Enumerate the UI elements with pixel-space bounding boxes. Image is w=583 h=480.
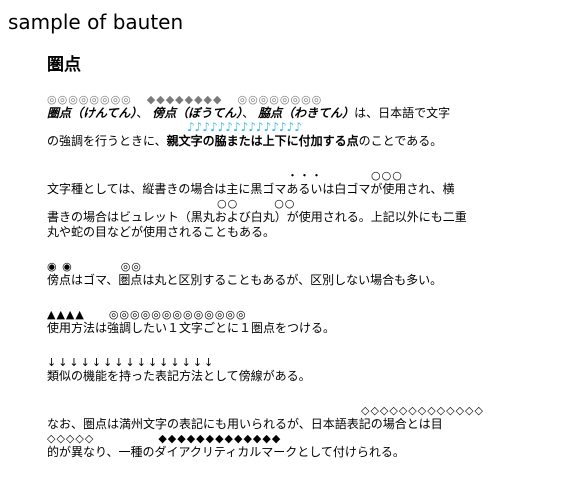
diamond-outline-marks: ◇◇◇◇◇◇◇◇◇◇◇◇◇ [361,404,484,417]
term-kenten: 圏点（けんてん） [47,106,137,120]
text-span: のことである。 [358,134,443,148]
separator: 、 [136,106,149,120]
emphasis-marks-row: ◇◇◇◇◇ ◆◆◆◆◆◆◆◆◆◆◆◆◆ [47,432,569,445]
paragraph-similar: ↓↓↓↓↓↓↓↓↓↓↓↓↓↓↓ 類似の機能を持った表記方法として傍線がある。 [47,356,569,384]
article-heading: 圏点 [47,55,81,75]
term-bouten: 傍点（ぼうてん） [152,106,243,120]
music-note-marks: ♪♪♪♪♪♪♪♪♪♪♪♪♪♪♪ [187,120,302,134]
text-line: なお、圏点は満州文字の表記にも用いられるが、日本語表記の場合とは目 [47,417,443,431]
diamond-marks: ◆◆◆◆◆◆◆◆ [146,93,223,106]
arrow-marks: ↓↓↓↓↓↓↓↓↓↓↓↓↓↓↓ [47,356,216,369]
text-span: の強調を行うときに、 [47,134,167,148]
emphasis-marks-row: ▲▲▲▲ ◎◎◎◎◎◎◎◎◎◎◎◎◎ [47,308,569,321]
bullet-marks: ○○ ○○ [217,197,296,210]
separator: 、 [242,106,255,120]
emphasis-marks-row: ○○ ○○ [47,197,569,210]
text-line: 的が異なり、一種のダイアクリティカルマークとして付けられる。 [47,445,405,459]
text-line: 圏点（けんてん）、 傍点（ぼうてん）、 脇点（わきてん）は、日本語で文字 [47,106,569,121]
note-marks-row: ♪♪♪♪♪♪♪♪♪♪♪♪♪♪♪ [47,121,569,134]
text-line: 傍点はゴマ、圏点は丸と区別することもあるが、区別しない場合も多い。 [47,273,443,287]
circle-marks: ◎◎◎◎◎◎◎◎ [47,93,132,106]
paragraph-usage: ▲▲▲▲ ◎◎◎◎◎◎◎◎◎◎◎◎◎ 使用方法は強調したい１文字ごとに１圏点をつ… [47,308,569,336]
article-body: 圏点 ◎◎◎◎◎◎◎◎ ◆◆◆◆◆◆◆◆ ◎◎◎◎◎◎◎◎ 圏点（けんてん）、 … [47,52,569,480]
text-line: 文字種としては、縦書きの場合は主に黒ゴマあるいは白ゴマが使用され、横 [47,182,455,196]
mixed-marks: ◉ ◉ ◎◎ [47,260,142,273]
text-line: 類似の機能を持った表記方法として傍線がある。 [47,369,311,383]
paragraph-distinction: ◉ ◉ ◎◎ 傍点はゴマ、圏点は丸と区別することもあるが、区別しない場合も多い。 [47,260,569,288]
bold-phrase: 親文字の脇または上下に付加する点 [166,134,359,148]
text-line: 丸や蛇の目などが使用されることもある。 [47,225,276,239]
circle-marks: ◎◎◎◎◎◎◎◎ [237,93,323,106]
emphasis-marks-row: ・・・ ○○○ [47,169,569,182]
goma-marks: ・・・ ○○○ [287,169,403,182]
diamond-outline-marks: ◇◇◇◇◇ [47,432,95,445]
page-title: sample of bauten [8,10,184,34]
emphasis-marks-row: ◇◇◇◇◇◇◇◇◇◇◇◇◇ [47,404,569,417]
emphasis-marks-row: ↓↓↓↓↓↓↓↓↓↓↓↓↓↓↓ [47,356,569,369]
paragraph-types: ・・・ ○○○ 文字種としては、縦書きの場合は主に黒ゴマあるいは白ゴマが使用され… [47,169,569,240]
window-edge [574,0,583,466]
emphasis-marks-row: ◎◎◎◎◎◎◎◎ ◆◆◆◆◆◆◆◆ ◎◎◎◎◎◎◎◎ [47,93,569,106]
triangle-and-circle-marks: ▲▲▲▲ ◎◎◎◎◎◎◎◎◎◎◎◎◎ [47,308,247,321]
diamond-filled-marks: ◆◆◆◆◆◆◆◆◆◆◆◆◆ [158,432,282,445]
emphasis-marks-row: ◉ ◉ ◎◎ [47,260,569,273]
term-wakiten: 脇点（わきてん） [258,106,355,120]
text-line: 書きの場合はビュレット（黒丸および白丸）が使用される。上記以外にも二重 [47,210,467,224]
text-line: の強調を行うときに、親文字の脇または上下に付加する点のことである。 [47,134,569,149]
paragraph-manchu: ◇◇◇◇◇◇◇◇◇◇◇◇◇ なお、圏点は満州文字の表記にも用いられるが、日本語表… [47,404,569,460]
text-span: は、日本語で文字 [354,106,451,120]
text-line: 使用方法は強調したい１文字ごとに１圏点をつける。 [47,321,336,335]
paragraph-definition: ◎◎◎◎◎◎◎◎ ◆◆◆◆◆◆◆◆ ◎◎◎◎◎◎◎◎ 圏点（けんてん）、 傍点（… [47,93,569,149]
